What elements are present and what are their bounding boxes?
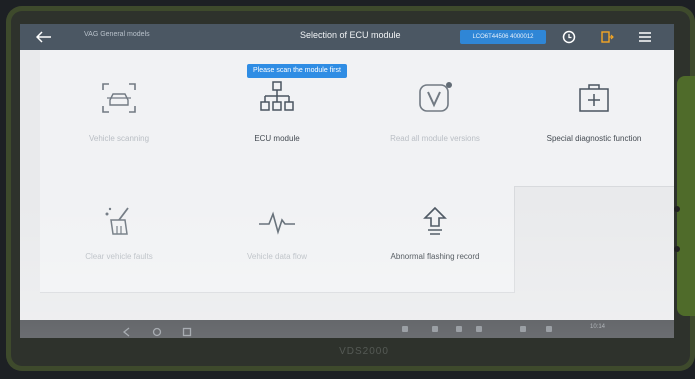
tile-vehicle-data-flow[interactable]: Vehicle data flow [198, 186, 357, 293]
usb-status-icon [402, 326, 408, 332]
arrow-left-icon [36, 31, 51, 43]
status-clock: 10:14 [590, 324, 606, 330]
keyboard-status-icon [432, 326, 438, 332]
clock-icon [562, 30, 576, 44]
side-button [674, 246, 680, 252]
tile-label: Clear vehicle faults [85, 252, 153, 261]
exit-button[interactable] [598, 28, 616, 46]
top-bar: VAG General models Selection of ECU modu… [20, 24, 674, 50]
flash-upload-icon [423, 206, 447, 235]
nav-back-icon [122, 327, 130, 337]
app-screen: VAG General models Selection of ECU modu… [20, 24, 674, 338]
hamburger-icon [639, 32, 651, 42]
scan-first-tooltip: Please scan the module first [247, 64, 347, 78]
pulse-icon [259, 211, 295, 235]
tile-label: Vehicle data flow [246, 252, 308, 261]
tile-label: Read all module versions [390, 134, 480, 143]
vin-badge[interactable]: LCO6T44506 4000012 [460, 30, 546, 44]
tile-label: Vehicle scanning [88, 134, 150, 143]
tile-label: Special diagnostic function [546, 134, 642, 143]
tile-label: ECU module [254, 134, 300, 143]
wifi-status-icon [520, 326, 526, 332]
version-v-icon [419, 82, 452, 112]
tile-read-all-module-versions[interactable]: Read all module versions [356, 50, 515, 187]
tile-abnormal-flashing-record[interactable]: Abnormal flashing record [356, 186, 515, 293]
car-scan-icon [102, 83, 136, 113]
tile-clear-vehicle-faults[interactable]: Clear vehicle faults [40, 186, 199, 293]
page-title: Selection of ECU module [300, 30, 401, 40]
volume-status-icon [476, 326, 482, 332]
medical-kit-icon [579, 84, 609, 112]
nav-home-button[interactable] [152, 324, 162, 337]
breadcrumb: VAG General models [84, 31, 150, 38]
gps-status-icon [456, 326, 462, 332]
broom-icon [105, 207, 129, 235]
menu-button[interactable] [636, 28, 654, 46]
battery-status-icon [546, 326, 552, 332]
history-button[interactable] [560, 28, 578, 46]
device-side-grip [677, 76, 695, 316]
function-grid: Vehicle scanning ECU module Read all mod… [40, 50, 674, 322]
android-nav-bar: 10:14 [20, 320, 674, 338]
tile-special-diagnostic-function[interactable]: Special diagnostic function [514, 50, 674, 187]
side-button [674, 206, 680, 212]
tile-vehicle-scanning[interactable]: Vehicle scanning [40, 50, 199, 187]
nav-back-button[interactable] [122, 324, 132, 337]
device-brand-label: VDS2000 [339, 346, 389, 357]
exit-icon [601, 31, 614, 43]
tile-label: Abnormal flashing record [390, 252, 480, 261]
ecu-tree-icon [260, 81, 294, 111]
nav-recents-icon [182, 327, 192, 337]
nav-recents-button[interactable] [182, 324, 192, 337]
nav-home-icon [152, 327, 162, 337]
back-button[interactable] [30, 27, 58, 47]
